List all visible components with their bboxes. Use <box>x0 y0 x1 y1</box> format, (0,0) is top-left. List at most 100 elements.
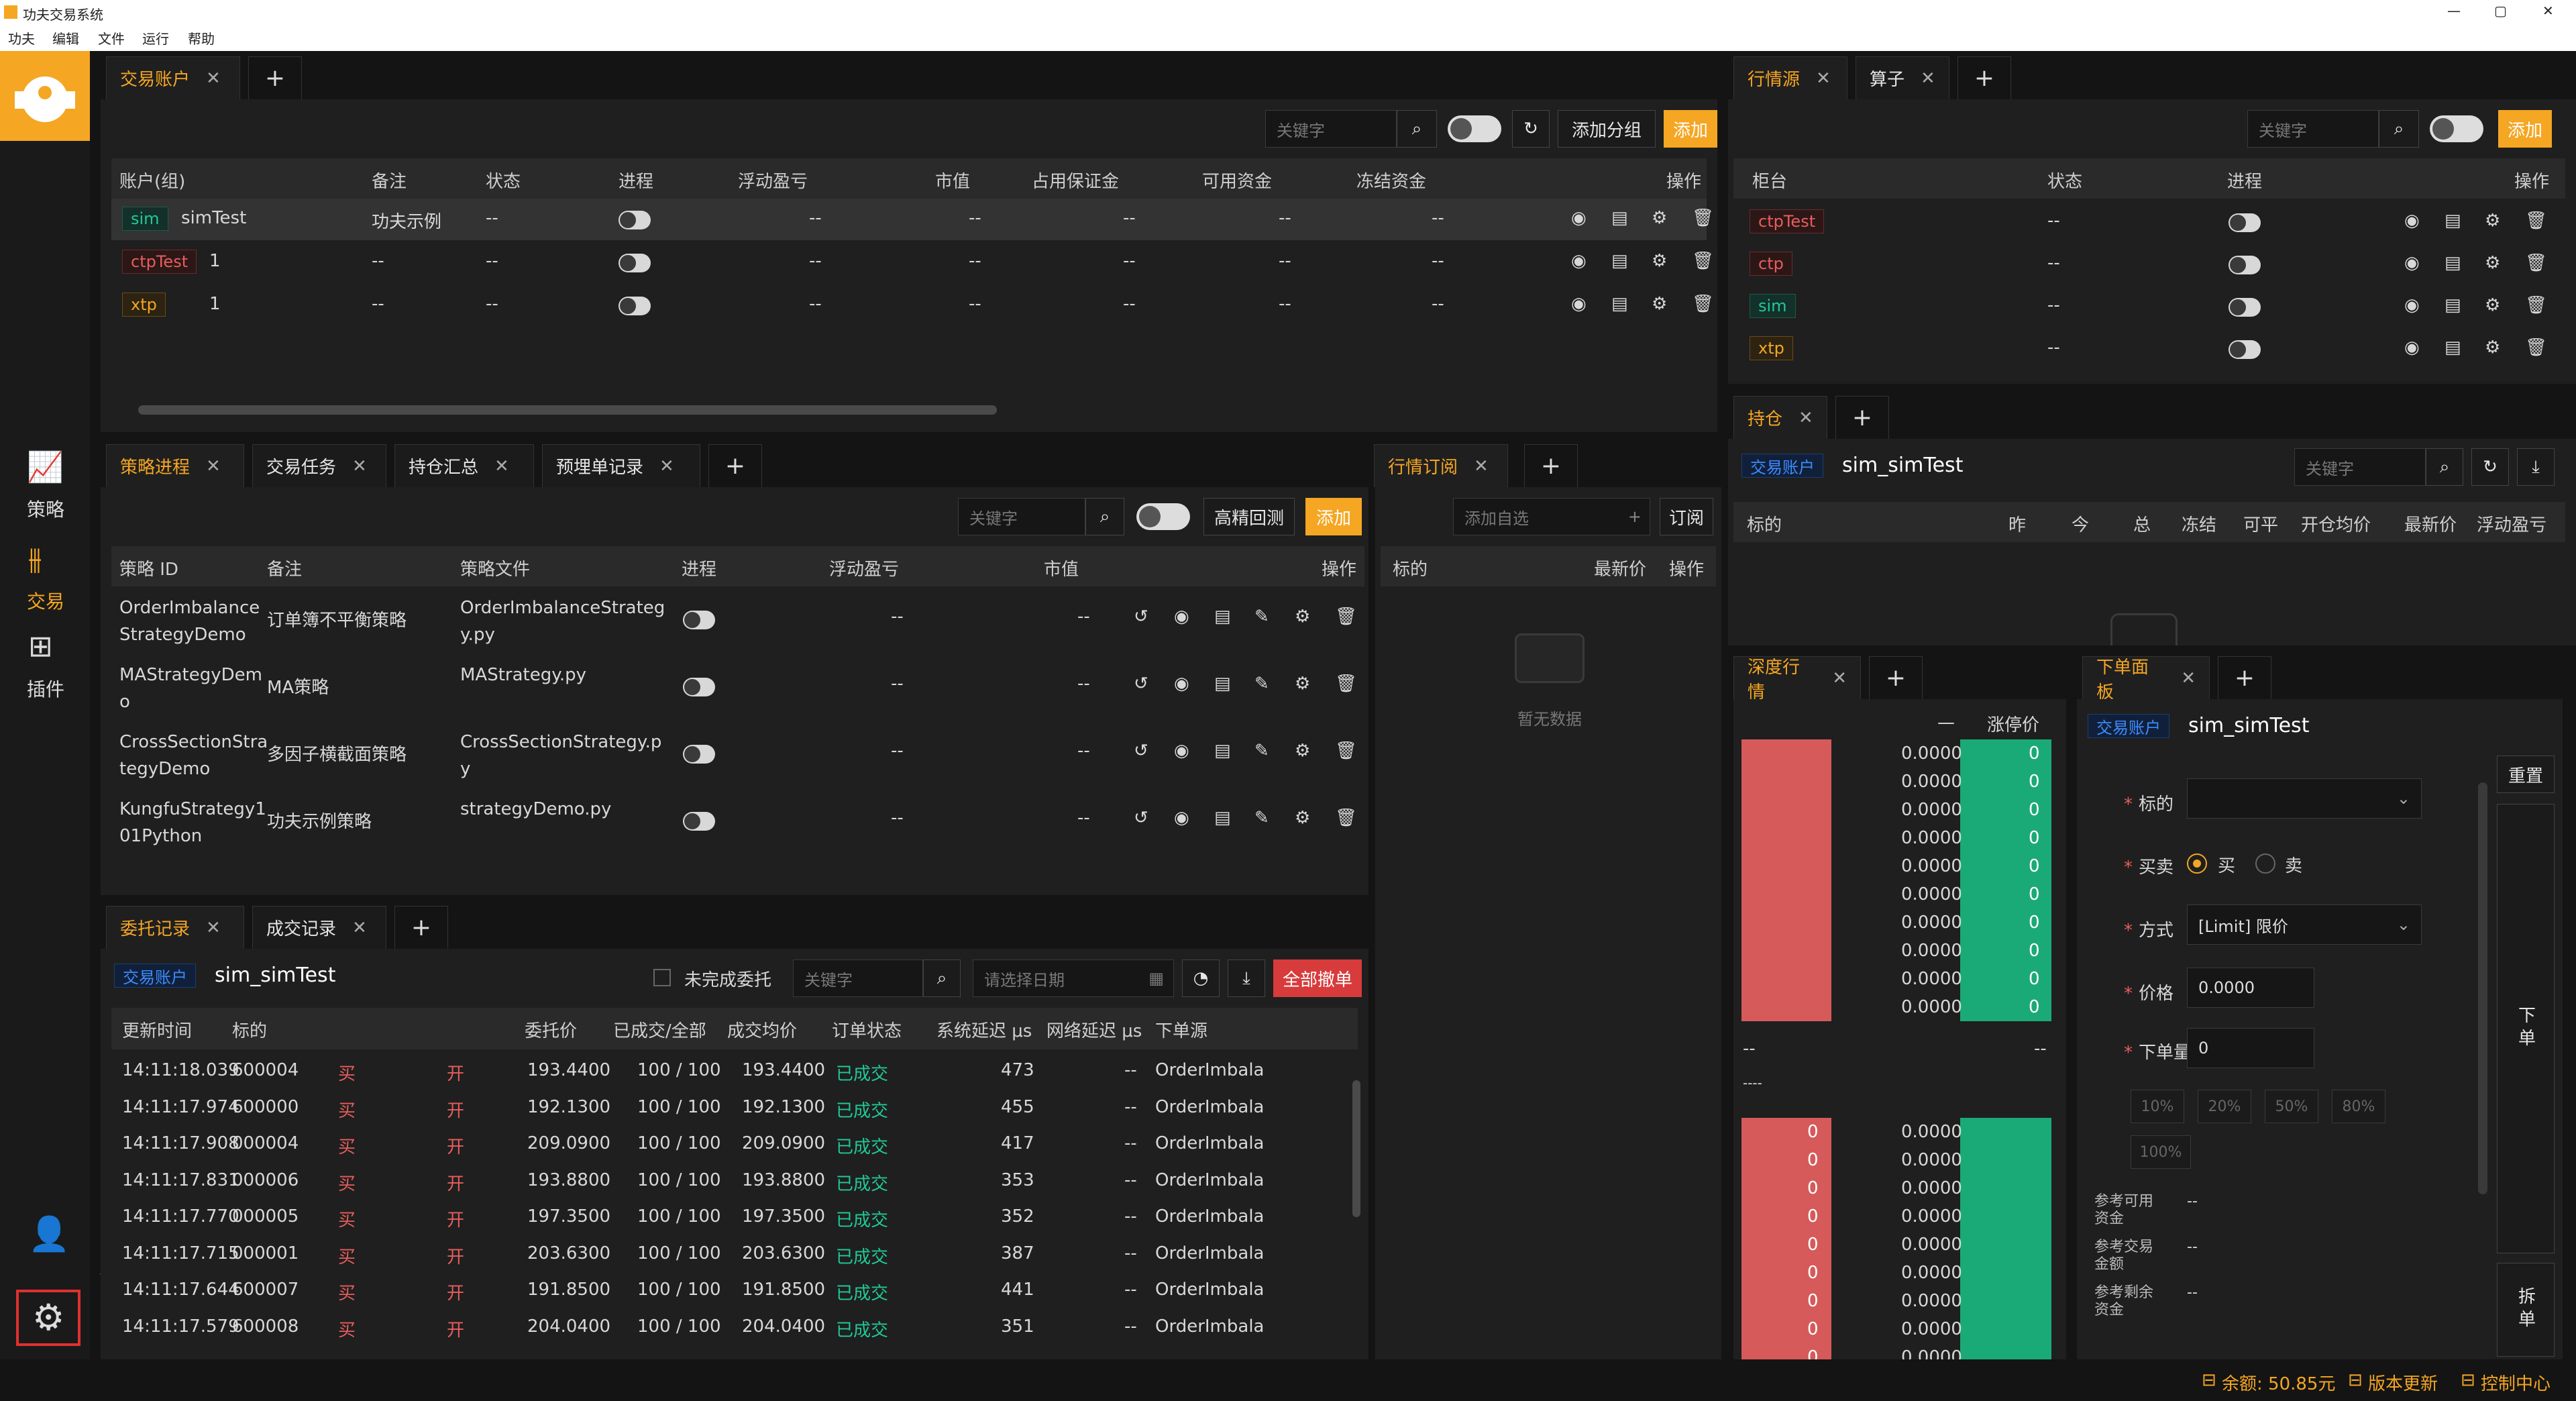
tab-md-source[interactable]: 行情源 ✕ <box>1733 56 1847 99</box>
close-icon[interactable]: ✕ <box>352 918 367 938</box>
strategy-toggle[interactable] <box>1136 503 1190 530</box>
vertical-scrollbar[interactable] <box>2478 782 2487 1194</box>
sidebar-item-trade[interactable]: ⫵ 交易 <box>0 527 90 614</box>
add-tab-button[interactable]: + <box>1524 444 1578 487</box>
col-source[interactable]: 下单源 <box>1155 1017 1208 1042</box>
table-row[interactable]: xtp 1 -- -- -- -- -- -- -- ◉ ▤ ⚙ 🗑 <box>111 284 1714 326</box>
table-row[interactable]: 14:11:17.579 600008 买 开 204.0400 100 / 1… <box>111 1310 1346 1345</box>
col-open-avg[interactable]: 开仓均价 <box>2301 511 2371 536</box>
md-toggle[interactable] <box>2430 115 2483 142</box>
col-total[interactable]: 总 <box>2133 511 2151 536</box>
table-row[interactable]: 14:11:17.908 000004 买 开 209.0900 100 / 1… <box>111 1127 1346 1161</box>
add-tab-button[interactable]: + <box>248 56 302 99</box>
pct-50-button[interactable]: 50% <box>2265 1090 2318 1123</box>
close-icon[interactable]: ✕ <box>2181 668 2196 688</box>
user-icon[interactable]: 👤 <box>28 1214 70 1254</box>
close-window-button[interactable]: ✕ <box>2542 3 2554 19</box>
gear-icon[interactable]: ⚙ <box>2485 211 2500 231</box>
tab-order-panel[interactable]: 下单面板 ✕ <box>2082 656 2210 703</box>
table-row[interactable]: ctpTest 1 -- -- -- -- -- -- -- ◉ ▤ ⚙ 🗑 <box>111 242 1714 283</box>
gear-icon[interactable]: ⚙ <box>1295 607 1310 627</box>
pct-10-button[interactable]: 10% <box>2131 1090 2184 1123</box>
table-row[interactable]: ctpTest -- ◉ ▤ ⚙ 🗑 <box>1733 201 2565 242</box>
process-toggle[interactable] <box>683 812 715 831</box>
tab-trades[interactable]: 成交记录 ✕ <box>252 906 386 949</box>
trash-icon[interactable]: 🗑 <box>1335 607 1357 627</box>
search-icon[interactable]: ⌕ <box>1397 110 1437 148</box>
history-icon[interactable]: ↺ <box>1134 674 1148 694</box>
horizontal-scrollbar[interactable] <box>138 405 997 415</box>
accounts-toggle[interactable] <box>1448 115 1501 142</box>
gear-icon[interactable]: ⚙ <box>1652 208 1667 228</box>
eye-icon[interactable]: ◉ <box>2404 253 2420 273</box>
table-row[interactable]: 14:11:17.770 000005 买 开 197.3500 100 / 1… <box>111 1200 1346 1235</box>
eye-icon[interactable]: ◉ <box>1571 294 1587 314</box>
add-watch-input[interactable]: 添加自选 + <box>1453 498 1650 535</box>
history-icon[interactable]: ↺ <box>1134 741 1148 761</box>
document-icon[interactable]: ▤ <box>1214 607 1231 627</box>
gear-icon[interactable]: ⚙ <box>1295 741 1310 761</box>
process-toggle[interactable] <box>619 211 651 229</box>
tab-strategy-process[interactable]: 策略进程 ✕ <box>106 444 244 487</box>
process-toggle[interactable] <box>2229 213 2261 232</box>
gear-icon[interactable]: ⚙ <box>1295 808 1310 828</box>
col-yesterday[interactable]: 昨 <box>2008 511 2026 536</box>
document-icon[interactable]: ▤ <box>1214 674 1231 694</box>
col-net-latency[interactable]: 网络延迟 μs <box>1046 1017 1142 1042</box>
subscribe-button[interactable]: 订阅 <box>1660 498 1713 535</box>
add-strategy-button[interactable]: 添加 <box>1305 498 1362 535</box>
process-toggle[interactable] <box>619 254 651 272</box>
add-tab-button[interactable]: + <box>1957 56 2011 99</box>
date-picker[interactable]: 请选择日期 ▦ <box>973 959 1174 997</box>
close-icon[interactable]: ✕ <box>494 456 509 476</box>
refresh-icon[interactable]: ↻ <box>2471 448 2509 486</box>
trash-icon[interactable]: 🗑 <box>1335 741 1357 761</box>
search-icon[interactable]: ⌕ <box>923 959 961 997</box>
gear-icon[interactable]: ⚙ <box>1652 251 1667 271</box>
table-row[interactable]: KungfuStrategy1 01Python 功夫示例策略 strategyD… <box>111 790 1364 855</box>
trash-icon[interactable]: 🗑 <box>2525 295 2547 315</box>
cancel-all-button[interactable]: 全部撤单 <box>1273 959 1362 997</box>
table-row[interactable]: 14:11:18.039 600004 买 开 193.4400 100 / 1… <box>111 1053 1346 1088</box>
minimize-button[interactable]: — <box>2447 3 2461 19</box>
eye-icon[interactable]: ◉ <box>1174 808 1189 828</box>
symbol-select[interactable]: ⌄ <box>2187 778 2422 819</box>
table-row[interactable]: 14:11:17.974 600000 买 开 192.1300 100 / 1… <box>111 1090 1346 1125</box>
add-tab-button[interactable]: + <box>708 444 762 487</box>
col-filled[interactable]: 已成交/全部 <box>613 1017 706 1042</box>
table-row[interactable]: sim simTest 功夫示例 -- -- -- -- -- -- ◉ ▤ ⚙ 🗑 <box>111 199 1714 240</box>
document-icon[interactable]: ▤ <box>1214 808 1231 828</box>
tab-depth[interactable]: 深度行情 ✕ <box>1733 656 1861 703</box>
search-icon[interactable]: ⌕ <box>2426 448 2463 486</box>
reset-button[interactable]: 重置 <box>2497 756 2555 793</box>
close-icon[interactable]: ✕ <box>206 918 221 938</box>
col-frozen[interactable]: 冻结资金 <box>1356 168 1426 193</box>
search-icon[interactable]: ⌕ <box>2379 110 2419 148</box>
eye-icon[interactable]: ◉ <box>2404 211 2420 231</box>
gear-icon[interactable]: ⚙ <box>1295 674 1310 694</box>
col-sys-latency[interactable]: 系统延迟 μs <box>936 1017 1032 1042</box>
col-market-value[interactable]: 市值 <box>935 168 970 193</box>
pct-20-button[interactable]: 20% <box>2198 1090 2251 1123</box>
eye-icon[interactable]: ◉ <box>1174 607 1189 627</box>
col-margin[interactable]: 占用保证金 <box>1032 168 1119 193</box>
positions-search-input[interactable]: 关键字 <box>2294 448 2426 486</box>
col-last[interactable]: 最新价 <box>2404 511 2457 536</box>
clock-icon[interactable]: ◔ <box>1182 959 1220 997</box>
close-icon[interactable]: ✕ <box>1816 68 1831 89</box>
price-input[interactable]: 0.0000 <box>2187 968 2314 1008</box>
col-time[interactable]: 更新时间 <box>122 1017 192 1042</box>
col-pnl[interactable]: 浮动盈亏 <box>829 556 899 580</box>
col-price[interactable]: 委托价 <box>525 1017 577 1042</box>
history-icon[interactable]: ↺ <box>1134 607 1148 627</box>
col-symbol[interactable]: 标的 <box>232 1017 267 1042</box>
col-pnl[interactable]: 浮动盈亏 <box>2477 511 2546 536</box>
refresh-icon[interactable]: ↻ <box>1512 110 1550 148</box>
history-icon[interactable]: ↺ <box>1134 808 1148 828</box>
table-row[interactable]: ctp -- ◉ ▤ ⚙ 🗑 <box>1733 244 2565 284</box>
sidebar-item-plugin[interactable]: ⊞ 插件 <box>0 616 90 703</box>
col-market-value[interactable]: 市值 <box>1044 556 1079 580</box>
table-row[interactable]: CrossSectionStra tegyDemo 多因子横截面策略 CrossS… <box>111 723 1364 788</box>
place-order-button[interactable]: 下单 <box>2497 804 2555 1253</box>
download-icon[interactable]: ⤓ <box>2517 448 2555 486</box>
